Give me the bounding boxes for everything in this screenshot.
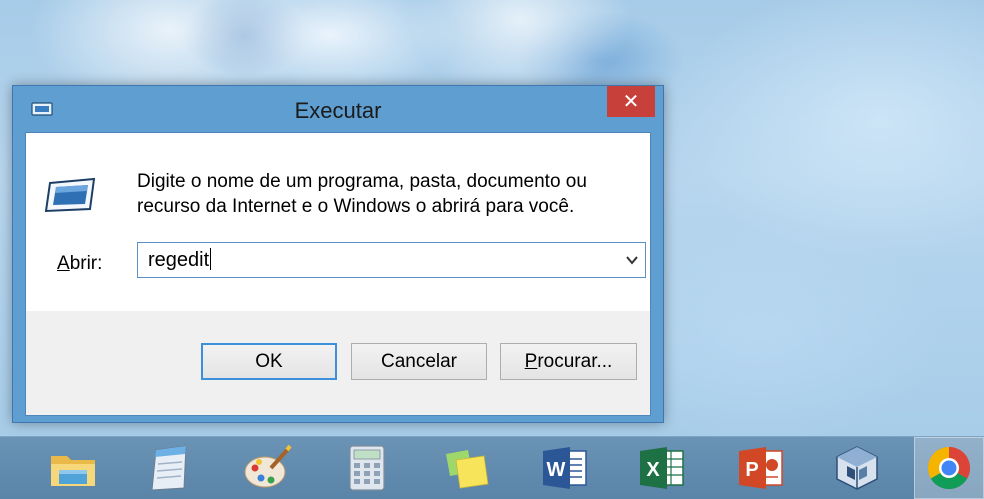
open-label: Abrir:	[57, 253, 102, 275]
text-caret	[210, 248, 212, 270]
cancel-button-label: Cancelar	[380, 350, 458, 372]
virtualbox-icon	[836, 446, 878, 490]
taskbar-powerpoint[interactable]: P	[726, 437, 796, 499]
close-icon: ✕	[622, 91, 640, 113]
browse-button-accelerator: P	[524, 350, 538, 372]
taskbar-file-explorer[interactable]	[38, 437, 108, 499]
taskbar-paint[interactable]	[232, 437, 302, 499]
browse-button[interactable]: Procurar...	[500, 343, 637, 380]
chevron-down-icon[interactable]	[625, 253, 639, 267]
open-label-text: brir:	[69, 253, 103, 274]
taskbar-sticky-notes[interactable]	[430, 437, 500, 499]
description-line-2: recurso da Internet e o Windows o abrirá…	[137, 196, 575, 217]
word-icon-letter: W	[547, 459, 566, 481]
excel-icon: X	[640, 447, 684, 489]
open-label-accelerator: A	[57, 253, 70, 274]
taskbar-word[interactable]: W	[530, 437, 600, 499]
taskbar: W X P	[0, 436, 984, 499]
word-icon: W	[543, 447, 587, 489]
ok-button-label: OK	[255, 350, 283, 372]
file-explorer-icon	[51, 456, 95, 486]
calculator-icon	[349, 445, 385, 491]
paint-icon	[244, 444, 292, 488]
sticky-notes-icon	[446, 450, 489, 489]
dialog-title: Executar	[294, 98, 382, 123]
open-combobox[interactable]: regedit	[137, 242, 646, 278]
chrome-icon	[927, 447, 971, 490]
taskbar-virtualbox[interactable]	[822, 437, 892, 499]
excel-icon-letter: X	[646, 459, 660, 481]
powerpoint-icon: P	[739, 447, 783, 489]
run-icon	[44, 177, 96, 213]
notepad-icon	[151, 445, 187, 491]
open-input[interactable]: regedit	[148, 248, 212, 272]
taskbar-chrome[interactable]	[914, 437, 984, 499]
taskbar-excel[interactable]: X	[627, 437, 697, 499]
taskbar-notepad[interactable]	[134, 437, 204, 499]
description-line-1: Digite o nome de um programa, pasta, doc…	[137, 171, 587, 192]
title-bar[interactable]: Executar ✕	[13, 86, 663, 132]
cancel-button[interactable]: Cancelar	[351, 343, 487, 380]
open-input-value: regedit	[148, 249, 210, 271]
dialog-body: Digite o nome de um programa, pasta, doc…	[25, 132, 651, 416]
close-button[interactable]: ✕	[607, 86, 655, 117]
ok-button[interactable]: OK	[201, 343, 337, 380]
powerpoint-icon-letter: P	[745, 459, 758, 481]
description-text: Digite o nome de um programa, pasta, doc…	[137, 169, 617, 219]
browse-button-label: rocurar...	[537, 350, 613, 372]
button-area: OK Cancelar Procurar...	[26, 311, 650, 415]
taskbar-calculator[interactable]	[332, 437, 402, 499]
run-dialog: Executar ✕ Digite o nome de um programa,…	[12, 85, 664, 423]
